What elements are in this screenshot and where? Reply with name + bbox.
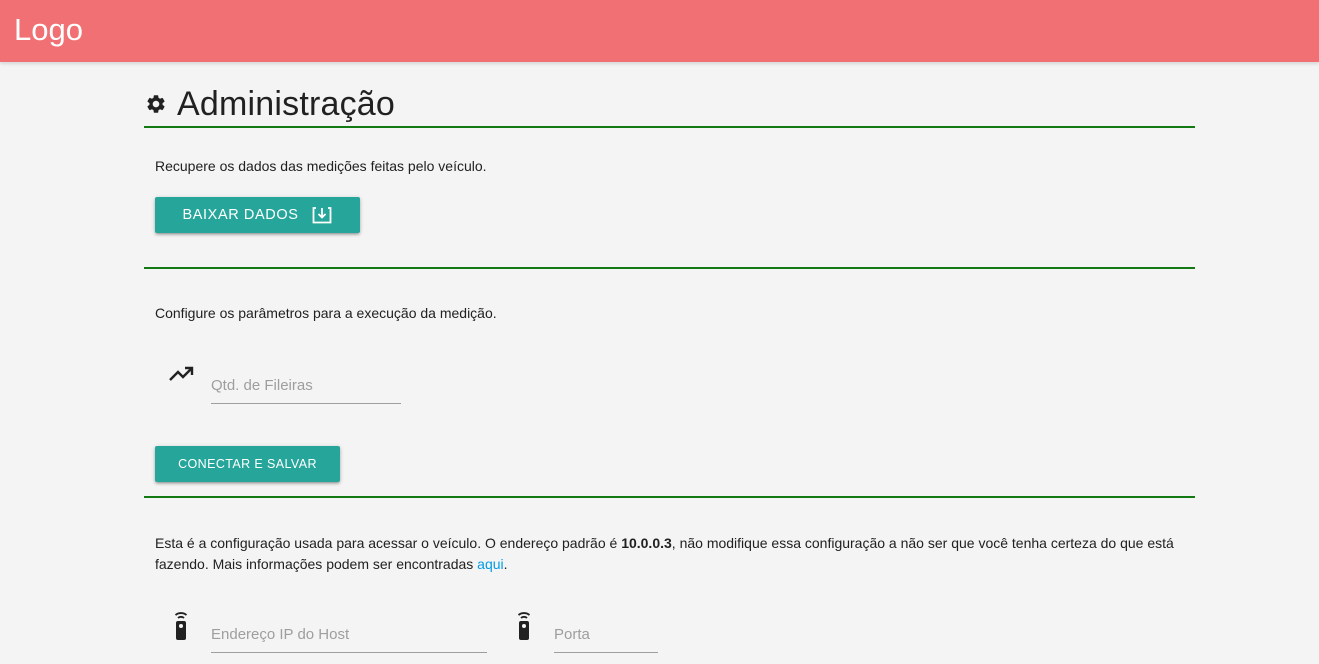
params-description: Configure os parâmetros para a execução … [155, 305, 497, 321]
navbar: Logo [0, 0, 1319, 62]
download-description: Recupere os dados das medições feitas pe… [155, 158, 487, 174]
gear-icon [147, 95, 165, 113]
default-address: 10.0.0.3 [621, 535, 672, 551]
connect-save-button-label: CONECTAR E SALVAR [178, 457, 317, 471]
remote-icon [174, 612, 188, 640]
connection-text-end: . [503, 556, 508, 572]
download-data-button[interactable]: BAIXAR DADOS [155, 197, 360, 233]
connection-description: Esta é a configuração usada para acessar… [155, 533, 1185, 575]
host-ip-input[interactable] [211, 617, 487, 653]
trending-up-icon [169, 366, 194, 381]
section-divider [144, 267, 1195, 269]
page-header: Administração [144, 82, 395, 126]
rows-field [166, 361, 406, 407]
download-icon [313, 207, 332, 224]
more-info-link[interactable]: aqui [477, 556, 503, 572]
port-field [509, 607, 679, 659]
section-divider [144, 126, 1195, 128]
page-title: Administração [177, 84, 396, 123]
host-field [166, 607, 496, 659]
connection-text-before: Esta é a configuração usada para acessar… [155, 535, 622, 551]
logo[interactable]: Logo [14, 12, 83, 48]
connect-save-button[interactable]: CONECTAR E SALVAR [155, 446, 340, 482]
section-divider [144, 496, 1195, 498]
remote-icon [517, 612, 531, 640]
download-button-label: BAIXAR DADOS [182, 207, 299, 223]
port-input[interactable] [554, 617, 658, 653]
rows-input[interactable] [211, 368, 401, 404]
